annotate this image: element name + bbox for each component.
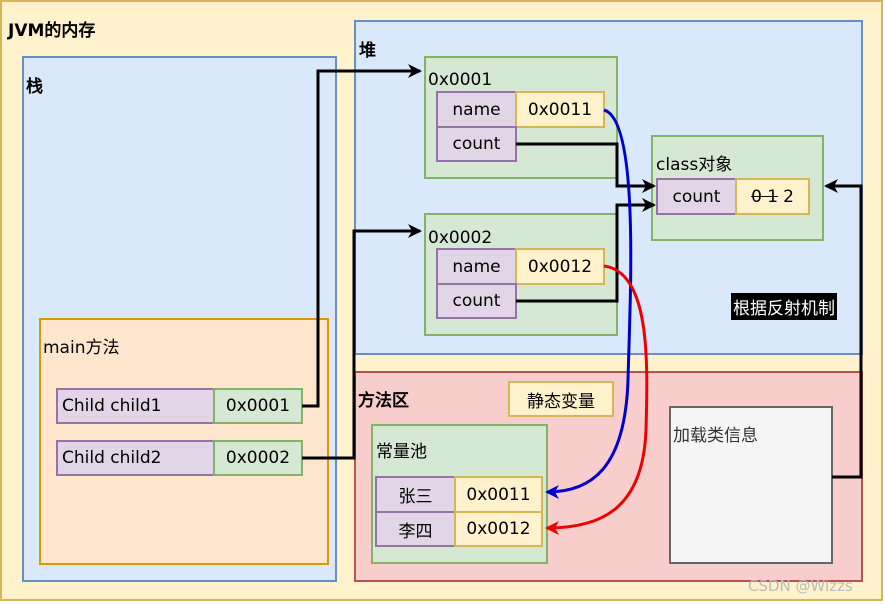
arrow-count1 [516, 142, 656, 193]
arrows-layer [302, 64, 863, 535]
arrow-child2 [302, 224, 422, 460]
arrow-reflection [824, 179, 863, 479]
arrow-count2 [516, 198, 656, 303]
arrow-name2 [545, 264, 649, 535]
arrow-child1 [302, 64, 422, 408]
